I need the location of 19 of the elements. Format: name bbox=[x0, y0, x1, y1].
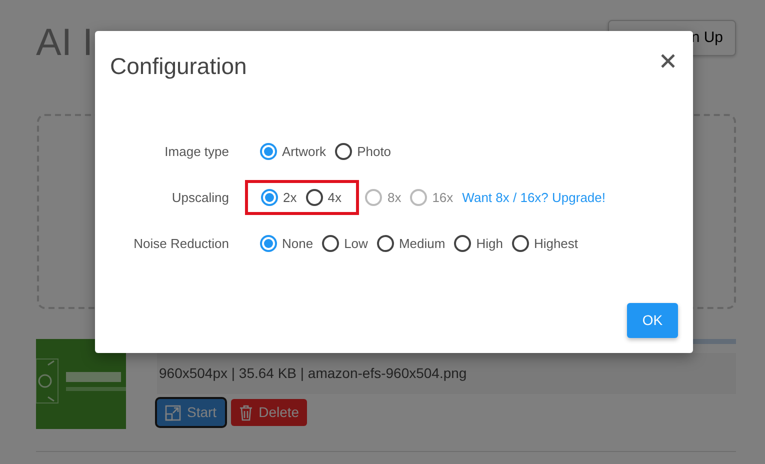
radio-option[interactable]: Medium bbox=[376, 234, 446, 254]
radio-option[interactable]: High bbox=[454, 234, 503, 254]
expand-icon bbox=[165, 404, 181, 420]
radio-option[interactable]: 4x bbox=[306, 188, 342, 208]
radio-option[interactable]: Low bbox=[322, 234, 368, 254]
page-heading: AI I bbox=[36, 24, 94, 62]
modal-title: Configuration bbox=[110, 53, 247, 81]
radio-option[interactable]: None bbox=[260, 234, 314, 254]
radio-option[interactable]: Artwork bbox=[260, 142, 326, 162]
radio-option[interactable]: Photo bbox=[335, 142, 392, 162]
field-label: Noise Reduction bbox=[132, 234, 229, 253]
field-label: Upscaling bbox=[170, 188, 229, 207]
radio-option: 16x bbox=[410, 188, 454, 208]
file-info: 960x504px | 35.64 KB | amazon-efs-960x504.png bbox=[157, 353, 736, 394]
radio-option: 8x bbox=[365, 188, 402, 208]
radio-option[interactable]: 2x bbox=[261, 188, 297, 208]
field-label: Image type bbox=[164, 142, 229, 161]
radio-option[interactable]: Highest bbox=[512, 234, 578, 254]
trash-icon bbox=[238, 404, 253, 420]
